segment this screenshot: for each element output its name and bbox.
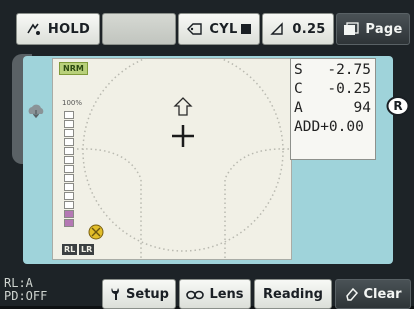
top-toolbar: HOLD CYL 0.25 Page xyxy=(6,13,410,47)
power-bar-segment xyxy=(64,183,74,191)
power-bar-segment xyxy=(64,201,74,209)
mode-badge: NRM xyxy=(59,62,88,75)
power-bar-segment xyxy=(64,156,74,164)
sphere-value: -2.75 xyxy=(327,62,371,78)
power-bar-segment xyxy=(64,210,74,218)
power-bar-segment xyxy=(64,129,74,137)
power-bar-segment xyxy=(64,120,74,128)
sphere-key: S xyxy=(294,62,303,78)
wrench-icon xyxy=(109,287,121,301)
clear-label: Clear xyxy=(363,286,402,302)
add-value: ADD+0.00 xyxy=(294,119,364,135)
lens-button[interactable]: Lens xyxy=(179,279,251,309)
hold-button[interactable]: HOLD xyxy=(16,13,100,45)
pd-status: PD:OFF xyxy=(4,289,48,303)
power-bar-segment xyxy=(64,192,74,200)
power-bar-segment xyxy=(64,174,74,182)
cyl-label: CYL xyxy=(209,21,238,37)
axis-row: A 94 xyxy=(294,99,375,118)
empty-slot xyxy=(102,13,176,45)
mode-badge-label: NRM xyxy=(63,64,84,73)
sphere-row: S -2.75 xyxy=(294,61,375,80)
measurement-readout: S -2.75 C -0.25 A 94 ADD+0.00 xyxy=(290,58,376,160)
cylinder-row: C -0.25 xyxy=(294,80,375,99)
power-bar-segment xyxy=(64,111,74,119)
right-lens-letter: R xyxy=(393,99,403,113)
lens-view: NRM 100% RL LR xyxy=(52,58,292,260)
reading-button[interactable]: Reading xyxy=(254,279,332,309)
axis-key: A xyxy=(294,100,303,116)
cloud-icon[interactable] xyxy=(26,101,46,121)
eraser-icon xyxy=(345,287,359,301)
target-icon xyxy=(88,224,104,240)
cyl-button[interactable]: CYL xyxy=(178,13,260,45)
cyl-sign-icon xyxy=(240,24,251,34)
cylinder-key: C xyxy=(294,81,303,97)
status-readout: RL:A PD:OFF xyxy=(4,277,92,303)
power-bar-segment xyxy=(64,147,74,155)
power-bar-segment xyxy=(64,219,74,227)
hold-label: HOLD xyxy=(47,21,91,37)
lens-label: Lens xyxy=(209,286,244,302)
step-value: 0.25 xyxy=(292,21,326,37)
step-icon xyxy=(270,22,286,36)
setup-label: Setup xyxy=(126,286,169,302)
bar-scale-label: 100% xyxy=(62,99,83,107)
power-bar xyxy=(64,111,76,228)
tag-icon xyxy=(187,22,203,36)
page-button[interactable]: Page xyxy=(336,13,410,45)
bar-label-left: RL xyxy=(62,244,78,255)
glasses-icon xyxy=(186,288,205,300)
bar-label-right: LR xyxy=(79,244,95,255)
hold-icon xyxy=(26,22,42,36)
setup-button[interactable]: Setup xyxy=(102,279,176,309)
axis-value: 94 xyxy=(353,100,371,116)
reading-label: Reading xyxy=(263,286,323,302)
bottom-toolbar: RL:A PD:OFF Setup Lens Reading Clear xyxy=(0,275,414,309)
clear-button[interactable]: Clear xyxy=(335,279,411,309)
page-icon xyxy=(343,22,360,36)
power-bar-segment xyxy=(64,165,74,173)
cylinder-value: -0.25 xyxy=(327,81,371,97)
step-button[interactable]: 0.25 xyxy=(262,13,334,45)
right-lens-marker[interactable]: R xyxy=(386,94,410,118)
lensmeter-screen: HOLD CYL 0.25 Page NRM 100% RL LR S -2.7… xyxy=(0,0,414,309)
power-bar-segment xyxy=(64,138,74,146)
page-label: Page xyxy=(365,21,403,37)
